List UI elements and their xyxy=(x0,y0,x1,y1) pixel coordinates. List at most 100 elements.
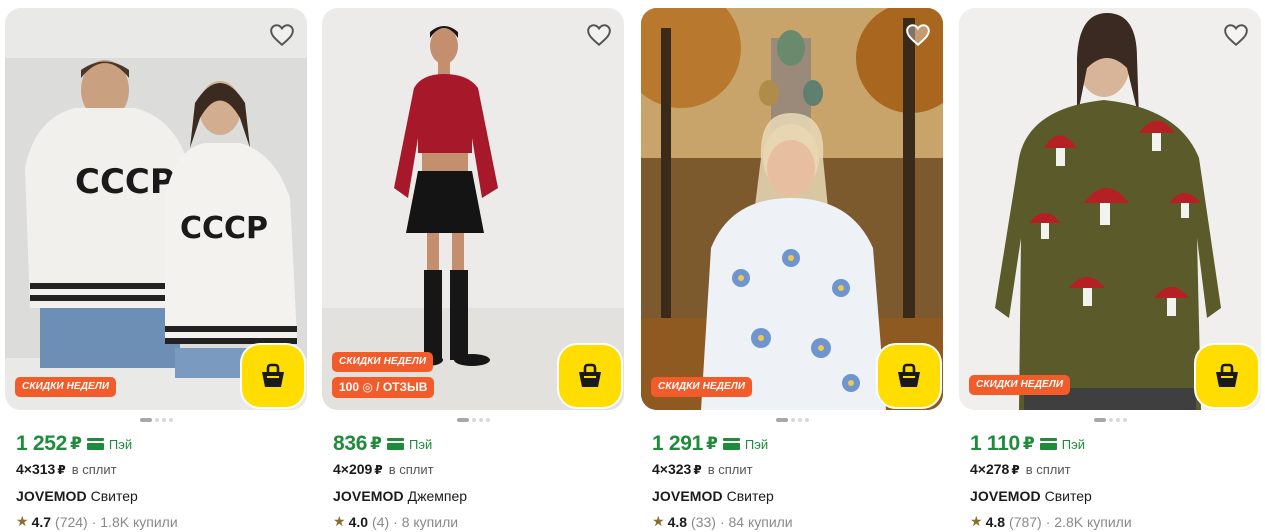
price-row: 1 291 ₽ Пэй xyxy=(652,432,768,456)
rating-row: ★ 4.8 (33) · 84 купили xyxy=(652,513,793,530)
basket-icon xyxy=(579,363,601,387)
weekly-discount-badge: СКИДКИ НЕДЕЛИ xyxy=(969,375,1071,395)
rating-value: 4.0 xyxy=(348,513,369,530)
star-icon: ★ xyxy=(16,513,29,529)
image-pagination[interactable] xyxy=(322,418,624,422)
basket-icon xyxy=(262,363,284,387)
split-amount: 4×313 xyxy=(16,461,56,477)
image-pagination[interactable] xyxy=(641,418,943,422)
star-icon: ★ xyxy=(970,513,983,529)
product-title: Свитер xyxy=(90,488,138,504)
split-label: в сплит xyxy=(707,462,753,477)
product-title: Свитер xyxy=(726,488,774,504)
product-name[interactable]: JOVEMOD Свитер xyxy=(970,488,1092,504)
split-currency: ₽ xyxy=(374,463,383,477)
pay-label: Пэй xyxy=(108,436,133,452)
star-icon: ★ xyxy=(652,513,665,529)
heart-icon xyxy=(587,24,611,47)
split-payment: 4×278 ₽ в сплит xyxy=(970,461,1071,477)
product-name[interactable]: JOVEMOD Свитер xyxy=(652,488,774,504)
product-image[interactable]: СССР СССР СКИДКИ НЕДЕЛИ xyxy=(5,8,307,410)
product-card[interactable]: СКИДКИ НЕДЕЛИ 100 ◎ / ОТЗЫВ 836 ₽ Пэй 4×… xyxy=(322,8,624,532)
bought-count: · 84 купили xyxy=(719,513,793,530)
currency: ₽ xyxy=(1022,434,1035,453)
review-bonus-badge: 100 ◎ / ОТЗЫВ xyxy=(332,377,435,398)
add-to-cart-button[interactable] xyxy=(878,345,940,407)
pay-label: Пэй xyxy=(1061,436,1085,452)
favorite-button[interactable] xyxy=(903,20,933,50)
product-image[interactable]: СКИДКИ НЕДЕЛИ xyxy=(641,8,943,410)
product-image[interactable]: СКИДКИ НЕДЕЛИ xyxy=(959,8,1261,410)
rating-row: ★ 4.8 (787) · 2.8K купили xyxy=(970,513,1132,530)
pay-card-icon xyxy=(722,438,740,450)
split-amount: 4×323 xyxy=(652,461,692,477)
brand: JOVEMOD xyxy=(652,488,723,504)
reviews-count: (4) xyxy=(372,513,390,530)
rating-row: ★ 4.7 (724) · 1.8K купили xyxy=(16,513,178,530)
add-to-cart-button[interactable] xyxy=(242,345,304,407)
product-image[interactable]: СКИДКИ НЕДЕЛИ 100 ◎ / ОТЗЫВ xyxy=(322,8,624,410)
weekly-discount-badge: СКИДКИ НЕДЕЛИ xyxy=(651,377,753,397)
price: 836 xyxy=(333,432,368,455)
split-payment: 4×209 ₽ в сплит xyxy=(333,461,434,477)
favorite-button[interactable] xyxy=(267,20,297,50)
split-label: в сплит xyxy=(1025,462,1071,477)
brand: JOVEMOD xyxy=(970,488,1041,504)
image-pagination[interactable] xyxy=(5,418,307,422)
currency: ₽ xyxy=(370,434,382,453)
price: 1 291 xyxy=(652,432,704,455)
rating-value: 4.7 xyxy=(31,513,52,530)
split-currency: ₽ xyxy=(57,463,66,477)
rating-value: 4.8 xyxy=(985,513,1006,530)
product-card[interactable]: СКИДКИ НЕДЕЛИ 1 110 ₽ Пэй 4×278 ₽ в спли… xyxy=(959,8,1261,532)
favorite-button[interactable] xyxy=(1221,20,1251,50)
sweater-print: СССР xyxy=(75,162,175,202)
brand: JOVEMOD xyxy=(333,488,404,504)
split-payment: 4×313 ₽ в сплит xyxy=(16,461,117,477)
weekly-discount-badge: СКИДКИ НЕДЕЛИ xyxy=(332,352,434,372)
product-card[interactable]: СКИДКИ НЕДЕЛИ 1 291 ₽ Пэй 4×323 ₽ в спли… xyxy=(641,8,943,532)
product-name[interactable]: JOVEMOD Свитер xyxy=(16,488,138,504)
split-label: в сплит xyxy=(388,462,434,477)
split-amount: 4×278 xyxy=(970,461,1010,477)
split-currency: ₽ xyxy=(1011,463,1020,477)
reviews-count: (724) xyxy=(55,513,88,530)
price-row: 836 ₽ Пэй xyxy=(333,432,432,456)
heart-icon xyxy=(906,24,930,47)
product-card[interactable]: СССР СССР СКИДКИ НЕДЕЛИ 1 252 ₽ Пэй 4×31… xyxy=(5,8,307,532)
favorite-button[interactable] xyxy=(584,20,614,50)
pay-card-icon xyxy=(86,438,104,450)
heart-icon xyxy=(1224,24,1248,47)
product-title: Свитер xyxy=(1044,488,1092,504)
split-payment: 4×323 ₽ в сплит xyxy=(652,461,753,477)
star-icon: ★ xyxy=(333,513,346,529)
product-name[interactable]: JOVEMOD Джемпер xyxy=(333,488,467,504)
bought-count: · 8 купили xyxy=(393,513,459,530)
pay-card-icon xyxy=(386,438,404,450)
price: 1 110 xyxy=(970,432,1020,455)
add-to-cart-button[interactable] xyxy=(559,345,621,407)
reviews-count: (787) xyxy=(1009,513,1042,530)
rating-row: ★ 4.0 (4) · 8 купили xyxy=(333,513,458,530)
basket-icon xyxy=(1216,363,1238,387)
image-pagination[interactable] xyxy=(959,418,1261,422)
brand: JOVEMOD xyxy=(16,488,87,504)
price-row: 1 110 ₽ Пэй xyxy=(970,432,1085,456)
heart-icon xyxy=(270,24,294,47)
currency: ₽ xyxy=(70,434,82,453)
add-to-cart-button[interactable] xyxy=(1196,345,1258,407)
split-label: в сплит xyxy=(71,462,117,477)
pay-card-icon xyxy=(1039,438,1057,450)
basket-icon xyxy=(898,363,920,387)
price-row: 1 252 ₽ Пэй xyxy=(16,432,132,456)
weekly-discount-badge: СКИДКИ НЕДЕЛИ xyxy=(15,377,117,397)
reviews-count: (33) xyxy=(691,513,716,530)
pay-label: Пэй xyxy=(408,436,433,452)
pay-label: Пэй xyxy=(744,436,769,452)
split-currency: ₽ xyxy=(693,463,702,477)
sweater-print: СССР xyxy=(180,211,268,246)
price: 1 252 xyxy=(16,432,68,455)
rating-value: 4.8 xyxy=(667,513,688,530)
split-amount: 4×209 xyxy=(333,461,373,477)
bought-count: · 2.8K купили xyxy=(1045,513,1132,530)
